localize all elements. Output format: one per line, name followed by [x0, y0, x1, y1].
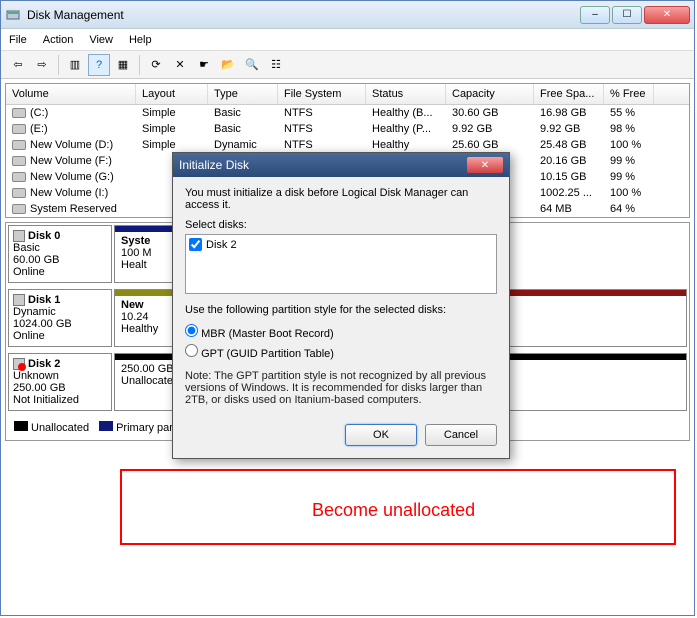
cancel-button[interactable]: Cancel: [425, 424, 497, 446]
panel-icon[interactable]: ▥: [64, 54, 86, 76]
partition[interactable]: New10.24Healthy: [114, 289, 174, 347]
annotation-text: Become unallocated: [312, 500, 475, 521]
legend-unallocated: Unallocated: [31, 422, 89, 434]
dialog-intro: You must initialize a disk before Logica…: [185, 187, 497, 211]
col-fs[interactable]: File System: [278, 84, 366, 104]
col-volume[interactable]: Volume: [6, 84, 136, 104]
settings-icon[interactable]: ☛: [193, 54, 215, 76]
volume-row[interactable]: (E:)SimpleBasicNTFSHealthy (P...9.92 GB9…: [6, 121, 689, 137]
menu-help[interactable]: Help: [129, 34, 152, 46]
open-icon[interactable]: 📂: [217, 54, 239, 76]
window-title: Disk Management: [27, 8, 580, 22]
col-capacity[interactable]: Capacity: [446, 84, 534, 104]
dialog-close-button[interactable]: ✕: [467, 157, 503, 173]
volume-row[interactable]: New Volume (D:)SimpleDynamicNTFSHealthy2…: [6, 137, 689, 153]
search-icon[interactable]: 🔍: [241, 54, 263, 76]
menu-file[interactable]: File: [9, 34, 27, 46]
disk-icon: [13, 230, 25, 242]
ok-button[interactable]: OK: [345, 424, 417, 446]
help-icon[interactable]: ?: [88, 54, 110, 76]
volume-icon: [12, 108, 26, 118]
disk2-checkbox[interactable]: [189, 238, 202, 251]
mbr-radio-label[interactable]: MBR (Master Boot Record): [185, 322, 497, 342]
disk-info[interactable]: Disk 2Unknown250.00 GBNot Initialized: [8, 353, 112, 411]
disk-info[interactable]: Disk 0Basic60.00 GBOnline: [8, 225, 112, 283]
titlebar: Disk Management – ☐ ✕: [1, 1, 694, 29]
menu-action[interactable]: Action: [43, 34, 74, 46]
menu-view[interactable]: View: [89, 34, 113, 46]
volume-icon: [12, 172, 26, 182]
partition[interactable]: Syste100 MHealt: [114, 225, 174, 283]
disk2-label: Disk 2: [206, 239, 237, 251]
col-layout[interactable]: Layout: [136, 84, 208, 104]
disk-icon: [13, 358, 25, 370]
disks-listbox[interactable]: Disk 2: [185, 234, 497, 294]
forward-button[interactable]: ⇨: [31, 54, 53, 76]
disk-info[interactable]: Disk 1Dynamic1024.00 GBOnline: [8, 289, 112, 347]
volume-icon: [12, 204, 26, 214]
volume-icon: [12, 124, 26, 134]
refresh-icon[interactable]: ⟳: [145, 54, 167, 76]
dialog-titlebar: Initialize Disk ✕: [173, 153, 509, 177]
partition-style-label: Use the following partition style for th…: [185, 304, 497, 316]
col-free[interactable]: Free Spa...: [534, 84, 604, 104]
minimize-button[interactable]: –: [580, 6, 610, 24]
dialog-title: Initialize Disk: [179, 158, 467, 172]
properties-icon[interactable]: ▦: [112, 54, 134, 76]
gpt-radio[interactable]: [185, 344, 198, 357]
volume-row[interactable]: (C:)SimpleBasicNTFSHealthy (B...30.60 GB…: [6, 105, 689, 121]
delete-icon[interactable]: ✕: [169, 54, 191, 76]
volume-icon: [12, 140, 26, 150]
dialog-note: Note: The GPT partition style is not rec…: [185, 370, 497, 406]
col-pct[interactable]: % Free: [604, 84, 654, 104]
app-icon: [5, 7, 21, 23]
volume-icon: [12, 156, 26, 166]
volume-icon: [12, 188, 26, 198]
list-icon[interactable]: ☷: [265, 54, 287, 76]
maximize-button[interactable]: ☐: [612, 6, 642, 24]
col-status[interactable]: Status: [366, 84, 446, 104]
close-button[interactable]: ✕: [644, 6, 690, 24]
col-type[interactable]: Type: [208, 84, 278, 104]
disk-icon: [13, 294, 25, 306]
mbr-radio[interactable]: [185, 324, 198, 337]
menubar: File Action View Help: [1, 29, 694, 51]
toolbar: ⇦ ⇨ ▥ ? ▦ ⟳ ✕ ☛ 📂 🔍 ☷: [1, 51, 694, 79]
select-disks-label: Select disks:: [185, 219, 497, 231]
gpt-radio-label[interactable]: GPT (GUID Partition Table): [185, 342, 497, 362]
disk-checkbox-item[interactable]: Disk 2: [189, 238, 493, 251]
list-header: Volume Layout Type File System Status Ca…: [6, 84, 689, 105]
initialize-disk-dialog: Initialize Disk ✕ You must initialize a …: [172, 152, 510, 459]
back-button[interactable]: ⇦: [7, 54, 29, 76]
